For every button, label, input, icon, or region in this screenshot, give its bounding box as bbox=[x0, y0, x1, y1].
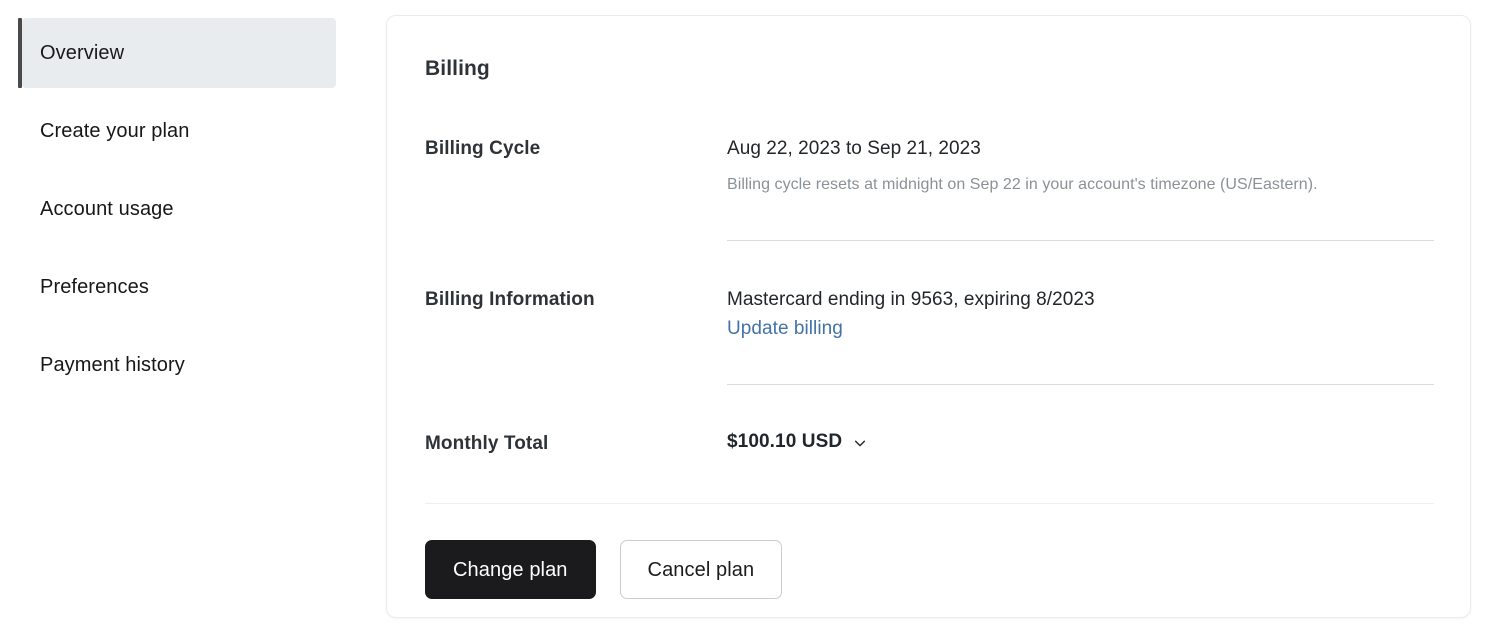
sidebar-item-preferences[interactable]: Preferences bbox=[0, 252, 336, 322]
billing-cycle-help-text: Billing cycle resets at midnight on Sep … bbox=[727, 175, 1318, 193]
billing-cycle-body: Aug 22, 2023 to Sep 21, 2023 Billing cyc… bbox=[727, 136, 1434, 196]
billing-overview-page: Overview Create your plan Account usage … bbox=[0, 0, 1492, 638]
plan-actions: Change plan Cancel plan bbox=[425, 540, 783, 599]
chevron-down-icon bbox=[853, 436, 867, 450]
settings-sidebar: Overview Create your plan Account usage … bbox=[0, 0, 360, 638]
monthly-total-body: $100.10 USD bbox=[727, 431, 1434, 453]
footer-divider bbox=[425, 503, 1434, 504]
sidebar-item-label: Payment history bbox=[40, 354, 185, 376]
sidebar-item-label: Create your plan bbox=[40, 120, 190, 142]
update-billing-link[interactable]: Update billing bbox=[727, 318, 843, 340]
sidebar-item-payment-history[interactable]: Payment history bbox=[0, 330, 336, 400]
sidebar-item-label: Preferences bbox=[40, 276, 149, 298]
sidebar-item-label: Account usage bbox=[40, 198, 174, 220]
sidebar-item-create-your-plan[interactable]: Create your plan bbox=[0, 96, 336, 166]
monthly-total-label: Monthly Total bbox=[425, 432, 549, 454]
payment-method-value: Mastercard ending in 9563, expiring 8/20… bbox=[727, 289, 1095, 311]
monthly-total-row: Monthly Total $100.10 USD bbox=[425, 431, 1434, 455]
monthly-total-value: $100.10 USD bbox=[727, 430, 843, 452]
billing-cycle-label: Billing Cycle bbox=[425, 138, 541, 159]
cancel-plan-button[interactable]: Cancel plan bbox=[619, 540, 783, 599]
change-plan-button[interactable]: Change plan bbox=[425, 540, 596, 599]
billing-information-body: Mastercard ending in 9563, expiring 8/20… bbox=[727, 287, 1434, 340]
sidebar-item-label: Overview bbox=[40, 42, 125, 64]
sidebar-item-overview[interactable]: Overview bbox=[18, 18, 336, 88]
billing-information-label: Billing Information bbox=[425, 289, 595, 311]
sidebar-item-account-usage[interactable]: Account usage bbox=[0, 174, 336, 244]
monthly-total-disclosure[interactable]: $100.10 USD bbox=[727, 431, 867, 453]
billing-detail-rows: Billing Cycle Aug 22, 2023 to Sep 21, 20… bbox=[425, 136, 1434, 455]
billing-cycle-value: Aug 22, 2023 to Sep 21, 2023 bbox=[727, 138, 981, 159]
billing-cycle-row: Billing Cycle Aug 22, 2023 to Sep 21, 20… bbox=[425, 136, 1434, 196]
page-title: Billing bbox=[425, 57, 490, 80]
billing-information-row: Billing Information Mastercard ending in… bbox=[425, 287, 1434, 340]
billing-card: Billing Billing Cycle Aug 22, 2023 to Se… bbox=[386, 15, 1471, 618]
